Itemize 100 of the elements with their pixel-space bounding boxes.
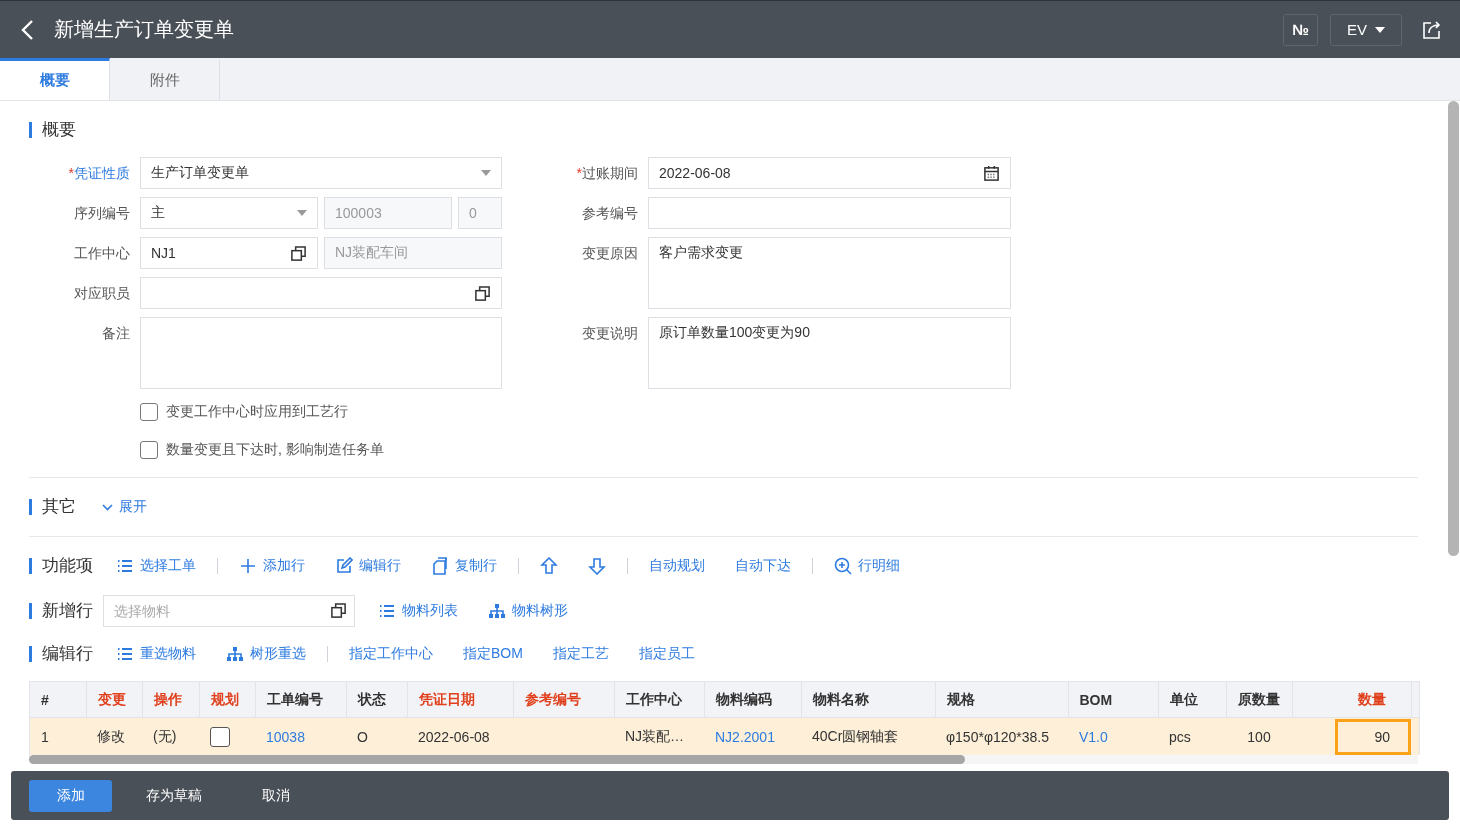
tab[interactable]: 概要 — [0, 58, 110, 100]
quantity-input[interactable]: 90 — [1335, 718, 1411, 755]
section-title: 其它 — [29, 499, 76, 515]
toolbar-button[interactable]: 指定BOM — [454, 645, 532, 663]
toolbar-button[interactable]: 物料树形 — [479, 602, 577, 620]
table-link[interactable]: NJ2.2001 — [704, 717, 801, 755]
copy-icon — [431, 557, 449, 575]
section-title: 概要 — [29, 122, 76, 138]
column-header: 规划 — [199, 682, 255, 718]
toolbar-button[interactable]: 添加行 — [230, 557, 314, 575]
column-header: # — [30, 682, 86, 718]
date-field[interactable]: 2022-06-08 — [648, 157, 1011, 189]
field-label: 对应职员 — [73, 284, 130, 303]
field-label: 序列编号 — [73, 204, 130, 223]
scrollbar-thumb[interactable] — [1448, 101, 1459, 556]
copy-icon — [330, 602, 347, 619]
expand-toggle[interactable]: 展开 — [96, 497, 153, 517]
material-field[interactable]: 选择物料 — [103, 595, 355, 627]
text-area[interactable]: 原订单数量100变更为90 — [648, 317, 1011, 389]
column-header: 状态 — [346, 682, 407, 718]
field-label: 工作中心 — [73, 244, 130, 263]
field-label: 变更原因 — [581, 244, 638, 263]
scrollbar-thumb[interactable] — [29, 755, 965, 764]
table-link[interactable]: V1.0 — [1068, 717, 1158, 755]
suffix-field: 0 — [458, 197, 502, 229]
chevron-down-icon — [102, 503, 113, 511]
toolbar-button[interactable]: 树形重选 — [217, 645, 315, 663]
lookup-field[interactable] — [140, 277, 502, 309]
copy-icon — [290, 244, 307, 262]
hierarchy-icon — [226, 645, 244, 663]
toolbar-button[interactable]: 复制行 — [422, 557, 506, 575]
toolbar-button[interactable]: 指定员工 — [629, 645, 704, 663]
name-field: NJ装配车间 — [324, 237, 502, 269]
toolbar-button[interactable]: 自动下达 — [726, 557, 800, 575]
table-cell: 修改 — [86, 717, 142, 755]
calendar-icon — [983, 164, 1000, 182]
page-title: 新增生产订单变更单 — [54, 17, 235, 42]
field-label: *过账期间 — [575, 164, 638, 183]
checkbox-label: 数量变更且下达时, 影响制造任务单 — [166, 441, 384, 459]
number-field: 100003 — [324, 197, 452, 229]
footer-button[interactable]: 取消 — [236, 779, 316, 812]
toolbar-button[interactable]: 自动规划 — [640, 557, 714, 575]
table-cell: O — [346, 717, 407, 755]
field-label: 参考编号 — [581, 204, 638, 223]
add-button[interactable]: 添加 — [29, 779, 112, 812]
hierarchy-icon — [488, 602, 506, 620]
toolbar-button[interactable]: 物料列表 — [369, 602, 467, 620]
version-select[interactable]: EV — [1330, 13, 1402, 46]
table-cell: 40Cr圆钢轴套 — [801, 717, 935, 755]
toolbar-button[interactable]: 选择工单 — [107, 557, 205, 575]
down-arrow-icon — [588, 557, 606, 575]
checkbox[interactable] — [140, 441, 158, 459]
plus-icon — [239, 557, 257, 575]
toolbar-button[interactable]: 编辑行 — [326, 557, 410, 575]
list-icon — [378, 602, 396, 620]
edit-icon — [335, 557, 353, 575]
dropdown-icon — [481, 170, 491, 176]
table-cell: 100 — [1226, 717, 1292, 755]
column-header: 规格 — [935, 682, 1068, 718]
select-field[interactable]: 主 — [140, 197, 318, 229]
column-header: 物料名称 — [801, 682, 935, 718]
field-label: 变更说明 — [581, 324, 638, 343]
export-icon — [1422, 19, 1442, 40]
table-cell: φ150*φ120*38.5 — [935, 717, 1068, 755]
field-label: 备注 — [101, 324, 130, 343]
section-title: 新增行 — [29, 603, 93, 619]
table-row[interactable]: 1 修改 (无) 10038 O 2022-06-08 NJ装配… NJ2.2001 40Cr圆钢轴套 φ150*φ120*38.5 V1.0 pcs 100 90 — [30, 717, 1419, 755]
section-title: 功能项 — [29, 558, 93, 574]
toolbar-button[interactable]: 行明细 — [825, 557, 909, 575]
column-header: 单位 — [1158, 682, 1226, 718]
column-header: 数量 — [1292, 682, 1411, 718]
toolbar-button[interactable]: 指定工作中心 — [340, 645, 442, 663]
table-link[interactable]: 10038 — [255, 717, 346, 755]
checkbox[interactable] — [210, 726, 230, 747]
input-field[interactable] — [648, 197, 1011, 229]
column-header: 物料编码 — [704, 682, 801, 718]
column-header: 凭证日期 — [407, 682, 513, 718]
dropdown-icon — [297, 210, 307, 216]
table-cell: 2022-06-08 — [407, 717, 513, 755]
column-header: 工作中心 — [614, 682, 704, 718]
back-icon — [20, 18, 36, 41]
lookup-field[interactable]: NJ1 — [140, 237, 318, 269]
select-field[interactable]: 生产订单变更单 — [140, 157, 502, 189]
text-area[interactable]: 客户需求变更 — [648, 237, 1011, 309]
toolbar-button[interactable]: 指定工艺 — [543, 645, 618, 663]
field-label: *凭证性质 — [67, 164, 130, 183]
column-header: 变更 — [86, 682, 142, 718]
column-header: BOM — [1068, 682, 1158, 718]
column-header: 操作 — [142, 682, 199, 718]
zoom-in-icon — [834, 557, 852, 575]
copy-icon — [474, 284, 491, 302]
number-button[interactable]: № — [1283, 13, 1318, 46]
table-cell: NJ装配… — [614, 717, 704, 755]
table-cell: 1 — [30, 717, 86, 755]
toolbar-button[interactable]: 重选物料 — [107, 645, 205, 663]
column-header: 参考编号 — [513, 682, 614, 718]
list-icon — [116, 557, 134, 575]
checkbox[interactable] — [140, 403, 158, 421]
footer-button[interactable]: 存为草稿 — [120, 779, 228, 812]
caret-icon — [1375, 26, 1385, 33]
